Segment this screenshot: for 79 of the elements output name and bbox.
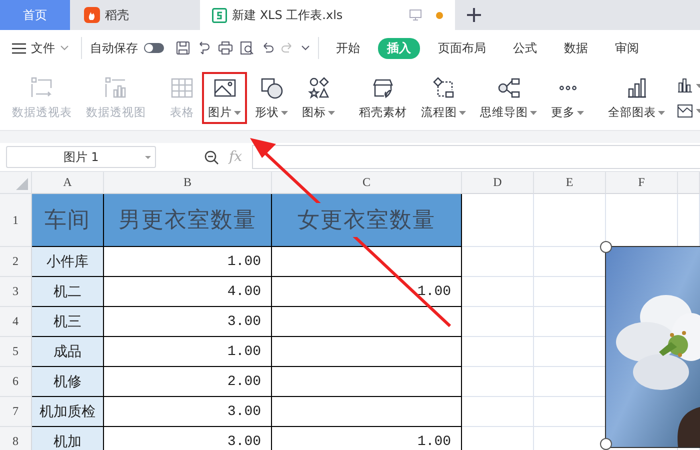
row-header[interactable]: 2: [0, 247, 32, 277]
ribbon-tab[interactable]: 数据: [555, 38, 597, 58]
autosave-label: 自动保存: [90, 40, 138, 56]
table-cell: 3.00: [104, 397, 272, 427]
table-cell: [462, 277, 534, 307]
table-cell: 成品: [32, 337, 104, 367]
table-header-cell: 女更衣室数量: [272, 194, 462, 247]
chevron-icon[interactable]: [301, 45, 310, 51]
table-cell: 机修: [32, 367, 104, 397]
ribbon-button[interactable]: 更多: [545, 72, 590, 124]
print-icon[interactable]: [218, 41, 233, 55]
chevron-icon: [60, 45, 69, 51]
row-header[interactable]: 3: [0, 277, 32, 307]
new-tab-icon[interactable]: [467, 8, 481, 22]
row-header[interactable]: 8: [0, 427, 32, 450]
table-cell: 4.00: [104, 277, 272, 307]
table-cell: 机加质检: [32, 397, 104, 427]
area-chart-icon: [677, 103, 693, 118]
table-cell: 3.00: [104, 427, 272, 450]
ribbon-button[interactable]: 形状: [249, 72, 294, 124]
table-cell: 2.00: [104, 367, 272, 397]
column-header[interactable]: E: [534, 172, 606, 194]
row-header[interactable]: 1: [0, 194, 32, 247]
autosave-toggle[interactable]: [144, 43, 164, 53]
table-cell: 机二: [32, 277, 104, 307]
table-cell: 1.00: [104, 337, 272, 367]
menu-icon: [12, 42, 26, 54]
table-cell: 3.00: [104, 307, 272, 337]
resize-handle[interactable]: [600, 241, 612, 253]
table-cell: 1.00: [272, 277, 462, 307]
table-cell: [462, 194, 534, 247]
column-header[interactable]: B: [104, 172, 272, 194]
ribbon-tab[interactable]: 开始: [327, 38, 369, 58]
table-cell: 1.00: [272, 427, 462, 450]
ribbon-button[interactable]: 思维导图: [474, 72, 543, 124]
document-tab[interactable]: 新建 XLS 工作表.xls: [200, 0, 455, 30]
ribbon-button[interactable]: 全部图表: [602, 72, 671, 124]
column-header[interactable]: C: [272, 172, 462, 194]
spreadsheet-icon: [212, 8, 227, 22]
table-cell: 机加: [32, 427, 104, 450]
ribbon-tab[interactable]: 审阅: [606, 38, 648, 58]
ribbon-button[interactable]: 流程图: [415, 72, 472, 124]
export-icon[interactable]: [197, 41, 211, 55]
column-chart-button[interactable]: [677, 78, 700, 93]
table-cell: 小件库: [32, 247, 104, 277]
table-cell: 1.00: [104, 247, 272, 277]
row-header[interactable]: 4: [0, 307, 32, 337]
table-cell: [462, 247, 534, 277]
name-box[interactable]: 图片 1: [6, 146, 156, 168]
column-header[interactable]: F: [606, 172, 678, 194]
print-preview-icon[interactable]: [240, 41, 254, 55]
document-tab[interactable]: 稻壳: [70, 0, 200, 30]
caret-icon: [145, 156, 151, 159]
area-chart-button[interactable]: [677, 103, 700, 118]
ribbon-button[interactable]: 图标: [296, 72, 341, 124]
resize-handle[interactable]: [600, 438, 612, 450]
ribbon-button[interactable]: 稻壳素材: [353, 72, 413, 124]
undo-icon[interactable]: [261, 42, 274, 54]
file-menu[interactable]: 文件: [8, 38, 73, 58]
flame-icon: [84, 7, 100, 23]
row-header[interactable]: 6: [0, 367, 32, 397]
table-cell: [462, 367, 534, 397]
row-header[interactable]: 5: [0, 337, 32, 367]
table-cell: [462, 337, 534, 367]
table-cell: [462, 397, 534, 427]
table-header-cell: 男更衣室数量: [104, 194, 272, 247]
ribbon-tab[interactable]: 公式: [504, 38, 546, 58]
table-cell: [462, 307, 534, 337]
ribbon-tab[interactable]: 页面布局: [429, 38, 495, 58]
zoom-out-icon[interactable]: [204, 150, 219, 164]
table-cell: 机三: [32, 307, 104, 337]
row-header[interactable]: 7: [0, 397, 32, 427]
save-icon[interactable]: [176, 41, 190, 55]
table-header-cell: 车间: [32, 194, 104, 247]
column-header[interactable]: A: [32, 172, 104, 194]
formula-input[interactable]: [252, 145, 700, 169]
column-chart-icon: [677, 78, 693, 93]
ribbon-button[interactable]: 图片: [202, 72, 247, 124]
column-header[interactable]: D: [462, 172, 534, 194]
